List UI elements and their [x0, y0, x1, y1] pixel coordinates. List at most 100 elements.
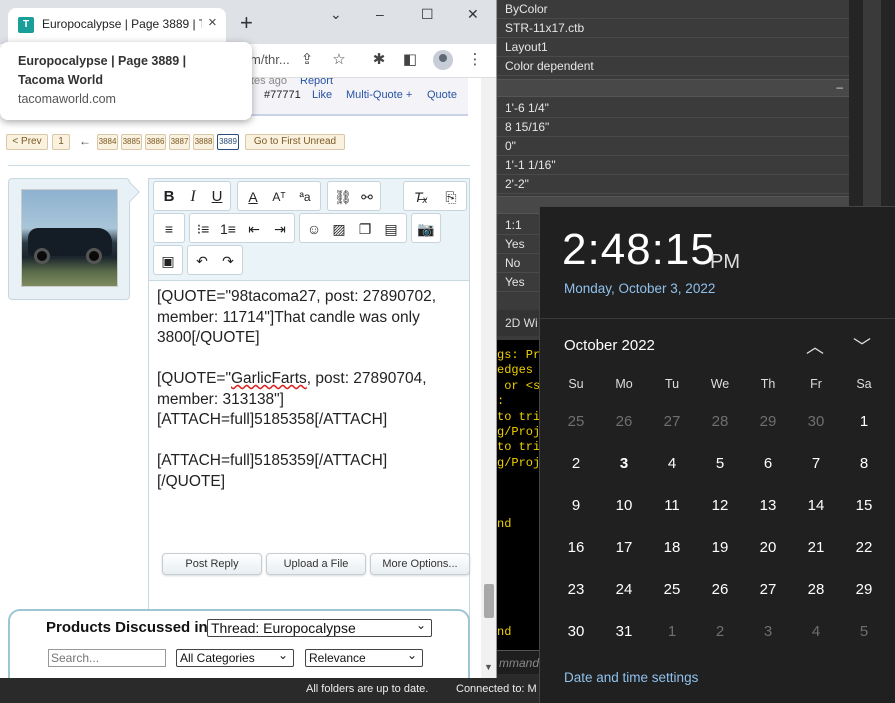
page-button[interactable]: 3885	[121, 134, 142, 150]
calendar-day[interactable]: 16	[552, 527, 600, 569]
calendar-day[interactable]: 20	[744, 527, 792, 569]
more-options-button[interactable]: More Options...	[370, 553, 470, 575]
page-button[interactable]: 3884	[97, 134, 118, 150]
calendar-day[interactable]: 13	[744, 485, 792, 527]
property-value[interactable]: 1'-1 1/16"	[497, 156, 849, 175]
property-value[interactable]: 8 15/16"	[497, 118, 849, 137]
camera-icon[interactable]: 📷	[415, 218, 437, 240]
new-tab-icon[interactable]: +	[240, 10, 253, 36]
calendar-day[interactable]: 27	[744, 569, 792, 611]
bold-icon[interactable]: B	[158, 186, 180, 208]
property-value[interactable]: ByColor	[497, 0, 849, 19]
calendar-day[interactable]: 29	[840, 569, 888, 611]
calendar-day[interactable]: 12	[696, 485, 744, 527]
calendar-day-outside[interactable]: 29	[744, 401, 792, 443]
calendar-day[interactable]: 23	[552, 569, 600, 611]
url-text[interactable]: m/thr...	[250, 52, 290, 67]
link-icon[interactable]: ⛓	[332, 186, 354, 208]
close-window-icon[interactable]: ✕	[467, 6, 479, 23]
calendar-day[interactable]: 9	[552, 485, 600, 527]
scrollbar-thumb[interactable]	[484, 584, 494, 618]
properties-section-header[interactable]: –	[497, 79, 849, 97]
chevron-down-icon[interactable]: ⌄	[330, 6, 342, 23]
current-page-button[interactable]: 3889	[217, 134, 239, 150]
image-icon[interactable]: ▨	[328, 218, 350, 240]
calendar-day-outside[interactable]: 1	[648, 611, 696, 653]
calendar-day[interactable]: 7	[792, 443, 840, 485]
save-draft-icon[interactable]: ▣	[157, 250, 179, 272]
prev-page-button[interactable]: < Prev	[6, 134, 48, 150]
calendar-month-label[interactable]: October 2022	[564, 337, 655, 354]
sort-select[interactable]: Relevance	[305, 647, 423, 667]
date-time-settings-link[interactable]: Date and time settings	[564, 670, 698, 685]
calendar-day[interactable]: 8	[840, 443, 888, 485]
numbered-list-icon[interactable]: 1≡	[217, 218, 239, 240]
misspelled-word[interactable]: GarlicFarts	[231, 370, 307, 387]
post-reply-button[interactable]: Post Reply	[162, 553, 262, 575]
page-button[interactable]: 3886	[145, 134, 166, 150]
side-panel-icon[interactable]: ◧	[400, 50, 420, 70]
share-icon[interactable]: ⇪	[297, 50, 317, 70]
upload-file-button[interactable]: Upload a File	[266, 553, 366, 575]
user-avatar[interactable]	[8, 178, 140, 300]
calendar-day-outside[interactable]: 27	[648, 401, 696, 443]
profile-avatar-icon[interactable]	[433, 50, 453, 70]
next-month-icon[interactable]: ﹀	[853, 333, 871, 359]
browser-tab[interactable]: T Europocalypse | Page 3889 | T ×	[8, 8, 226, 44]
calendar-day-outside[interactable]: 25	[552, 401, 600, 443]
page-1-button[interactable]: 1	[52, 134, 70, 150]
redo-icon[interactable]: ↷	[217, 250, 239, 272]
remove-format-icon[interactable]: T̶ₓ	[410, 186, 432, 208]
like-link[interactable]: Like	[312, 89, 332, 101]
previous-month-icon[interactable]: ︿	[806, 333, 824, 359]
calendar-day-outside[interactable]: 30	[792, 401, 840, 443]
calendar-day[interactable]: 6	[744, 443, 792, 485]
media-icon[interactable]: ❐	[354, 218, 376, 240]
indent-icon[interactable]: ⇥	[269, 218, 291, 240]
preview-icon[interactable]: ⎘	[440, 186, 462, 208]
outdent-icon[interactable]: ⇤	[243, 218, 265, 240]
property-value[interactable]: Layout1	[497, 38, 849, 57]
calendar-day[interactable]: 31	[600, 611, 648, 653]
bookmark-star-icon[interactable]: ☆	[329, 50, 349, 70]
page-button[interactable]: 3887	[169, 134, 190, 150]
quote-link[interactable]: Quote	[427, 89, 457, 101]
insert-table-icon[interactable]: ▤	[380, 218, 402, 240]
scroll-down-icon[interactable]: ▼	[484, 662, 493, 672]
undo-icon[interactable]: ↶	[191, 250, 213, 272]
calendar-day[interactable]: 14	[792, 485, 840, 527]
calendar-day[interactable]: 5	[696, 443, 744, 485]
report-link[interactable]: Report	[300, 78, 333, 87]
category-select[interactable]: All Categories	[176, 647, 294, 667]
property-value[interactable]: Color dependent	[497, 57, 849, 76]
font-size-icon[interactable]: Aᵀ	[268, 186, 290, 208]
calendar-day[interactable]: 17	[600, 527, 648, 569]
maximize-icon[interactable]: ☐	[421, 6, 434, 23]
multi-quote-link[interactable]: Multi-Quote +	[346, 89, 412, 101]
property-value[interactable]: 0"	[497, 137, 849, 156]
calendar-day-today[interactable]: 3	[600, 443, 648, 485]
close-tab-icon[interactable]: ×	[208, 14, 217, 31]
calendar-day[interactable]: 4	[648, 443, 696, 485]
calendar-day-outside[interactable]: 3	[744, 611, 792, 653]
calendar-day-outside[interactable]: 28	[696, 401, 744, 443]
calendar-day[interactable]: 18	[648, 527, 696, 569]
extensions-icon[interactable]: ✱	[369, 50, 389, 70]
property-value[interactable]: STR-11x17.ctb	[497, 19, 849, 38]
underline-icon[interactable]: U	[206, 186, 228, 208]
bullet-list-icon[interactable]: ⁝≡	[192, 218, 214, 240]
editor-text-area[interactable]: [QUOTE="98tacoma27, post: 27890702, memb…	[157, 287, 463, 492]
kebab-menu-icon[interactable]: ⋮	[465, 50, 485, 70]
calendar-day-outside[interactable]: 2	[696, 611, 744, 653]
product-search-input[interactable]	[48, 649, 166, 667]
calendar-day[interactable]: 11	[648, 485, 696, 527]
calendar-day-outside[interactable]: 4	[792, 611, 840, 653]
calendar-day[interactable]: 28	[792, 569, 840, 611]
unlink-icon[interactable]: ⚯	[356, 186, 378, 208]
font-family-icon[interactable]: ªa	[294, 186, 316, 208]
calendar-day[interactable]: 21	[792, 527, 840, 569]
property-value[interactable]: 1'-6 1/4"	[497, 99, 849, 118]
font-color-icon[interactable]: A	[242, 186, 264, 208]
italic-icon[interactable]: I	[182, 186, 204, 208]
calendar-day-outside[interactable]: 5	[840, 611, 888, 653]
